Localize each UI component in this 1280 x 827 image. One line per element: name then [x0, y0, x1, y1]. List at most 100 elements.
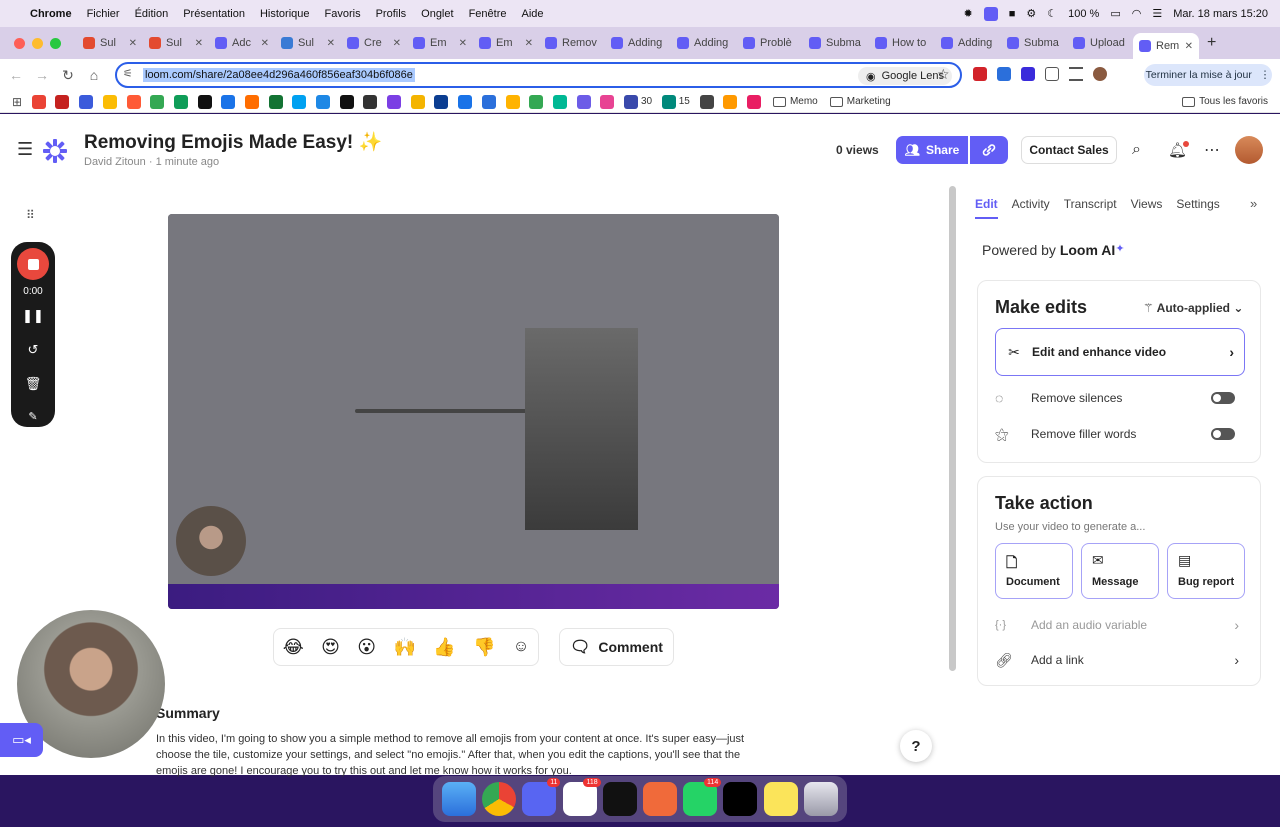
bookmark-favicon-icon[interactable]: [552, 94, 567, 109]
bookmark-favicon-icon[interactable]: [746, 94, 761, 109]
bookmark-favicon-icon[interactable]: [268, 94, 283, 109]
bookmark-favicon-icon[interactable]: [31, 94, 46, 109]
pause-icon[interactable]: ❚❚: [11, 308, 55, 324]
browser-tab[interactable]: Sul ✕: [275, 30, 341, 56]
bookmark-favicon-icon[interactable]: [576, 94, 591, 109]
close-tab-icon[interactable]: ✕: [1185, 41, 1193, 52]
bookmark-favicon-icon[interactable]: [197, 94, 212, 109]
reaction-thumbs-up[interactable]: 👍: [433, 637, 455, 658]
chrome-icon[interactable]: [482, 782, 517, 816]
bookmark-favicon-icon[interactable]: [434, 94, 449, 109]
all-bookmarks-folder[interactable]: Tous les favoris: [1182, 96, 1268, 107]
browser-tab[interactable]: Sul ✕: [143, 30, 209, 56]
browser-tab[interactable]: Subma: [803, 30, 869, 56]
media-control-icon[interactable]: [1069, 67, 1083, 81]
bookmark-favicon-icon[interactable]: [339, 94, 354, 109]
address-bar[interactable]: ⚟ loom.com/share/2a08ee4d296a460f856eaf3…: [115, 62, 962, 88]
clock[interactable]: Mar. 18 mars 15:20: [1173, 8, 1268, 20]
minimize-window-icon[interactable]: [32, 37, 43, 49]
menu-item-help[interactable]: Aide: [521, 8, 543, 20]
new-tab-button[interactable]: +: [1207, 34, 1216, 52]
bookmark-favicon-icon[interactable]: [723, 94, 738, 109]
video-player[interactable]: [168, 214, 779, 609]
views-count[interactable]: 0 views: [836, 143, 879, 157]
share-button[interactable]: 👥︎ Share: [896, 136, 968, 164]
bookmark-favicon-icon[interactable]: [505, 94, 520, 109]
extension-icon[interactable]: [1021, 67, 1035, 81]
menu-item-history[interactable]: Historique: [260, 8, 310, 20]
scrollbar[interactable]: [949, 186, 956, 671]
browser-tab[interactable]: Sul ✕: [77, 30, 143, 56]
bookmark-favicon-icon[interactable]: [623, 94, 638, 109]
close-tab-icon[interactable]: ✕: [261, 38, 269, 49]
bookmark-favicon-icon[interactable]: [600, 94, 615, 109]
url-text[interactable]: loom.com/share/2a08ee4d296a460f856eaf304…: [143, 68, 415, 82]
menu-item-profiles[interactable]: Profils: [376, 8, 407, 20]
collapse-sidebar-icon[interactable]: »: [1250, 196, 1257, 211]
stop-recording-button[interactable]: [17, 248, 49, 280]
capcut-icon[interactable]: [723, 782, 758, 816]
wifi-icon[interactable]: ◠: [1132, 7, 1142, 20]
apps-grid-icon[interactable]: ⊞: [12, 95, 22, 109]
browser-tab[interactable]: Em ✕: [407, 30, 473, 56]
draw-pen-icon[interactable]: ✎: [11, 410, 55, 423]
extension-icon[interactable]: [997, 67, 1011, 81]
comment-button[interactable]: 🗨︎ Comment: [559, 628, 674, 666]
chat-icon[interactable]: ■: [1009, 8, 1016, 20]
browser-tab[interactable]: Cre ✕: [341, 30, 407, 56]
zoom-window-icon[interactable]: [50, 37, 61, 49]
video-frame[interactable]: [168, 214, 779, 584]
menu-item-bookmarks[interactable]: Favoris: [325, 8, 361, 20]
bookmark-favicon-icon[interactable]: [244, 94, 259, 109]
whatsapp-icon[interactable]: 114: [683, 778, 722, 816]
reaction-thumbs-down[interactable]: 👎: [473, 637, 495, 658]
close-tab-icon[interactable]: ✕: [459, 38, 467, 49]
profile-avatar[interactable]: [1093, 67, 1107, 81]
menu-item-file[interactable]: Fichier: [87, 8, 120, 20]
tab-views[interactable]: Views: [1131, 197, 1163, 219]
restart-icon[interactable]: ↺: [11, 342, 55, 358]
forward-button[interactable]: →: [29, 67, 55, 83]
browser-tab[interactable]: Subma: [1001, 30, 1067, 56]
bookmark-favicon-icon[interactable]: [410, 94, 425, 109]
bookmark-favicon-icon[interactable]: [292, 94, 307, 109]
video-title[interactable]: Removing Emojis Made Easy! ✨: [84, 130, 382, 154]
notion-icon[interactable]: 118: [562, 778, 601, 816]
user-avatar[interactable]: [1235, 136, 1263, 164]
bookmark-favicon-icon[interactable]: [79, 94, 94, 109]
bookmark-favicon-icon[interactable]: [150, 94, 165, 109]
remove-silences-toggle[interactable]: [1211, 392, 1235, 404]
menu-item-window[interactable]: Fenêtre: [469, 8, 507, 20]
bookmark-favicon-icon[interactable]: [126, 94, 141, 109]
browser-tab[interactable]: Upload: [1067, 30, 1133, 56]
close-tab-icon[interactable]: ✕: [393, 38, 401, 49]
bookmark-favicon-icon[interactable]: [661, 94, 676, 109]
more-options-icon[interactable]: ⋯: [1204, 140, 1220, 160]
menu-item-tab[interactable]: Onglet: [421, 8, 453, 20]
bookmark-favicon-icon[interactable]: [102, 94, 117, 109]
extensions-puzzle-icon[interactable]: [1045, 67, 1059, 81]
document-button[interactable]: 🗋 Document: [995, 543, 1073, 599]
moon-icon[interactable]: ☾: [1047, 7, 1057, 20]
finish-update-button[interactable]: Terminer la mise à jour ⋮: [1144, 64, 1272, 86]
menu-item-edit[interactable]: Édition: [135, 8, 169, 20]
tab-transcript[interactable]: Transcript: [1064, 197, 1117, 219]
settings-icon[interactable]: ⚙: [1026, 7, 1036, 20]
help-button[interactable]: ?: [900, 730, 932, 762]
browser-tab[interactable]: Rem ✕: [1133, 33, 1199, 59]
chatgpt-icon[interactable]: [602, 782, 637, 816]
author-name[interactable]: David Zitoun: [84, 156, 146, 168]
loom-logo-icon[interactable]: [42, 138, 68, 164]
close-tab-icon[interactable]: ✕: [525, 38, 533, 49]
add-reaction-icon[interactable]: ☺︎: [513, 638, 529, 656]
reload-button[interactable]: ↻: [55, 67, 81, 84]
browser-tab[interactable]: Em ✕: [473, 30, 539, 56]
trash-icon[interactable]: [803, 782, 838, 816]
add-link-row[interactable]: 🔗︎ Add a link ›: [995, 649, 1247, 671]
close-tab-icon[interactable]: ✕: [129, 38, 137, 49]
browser-tab[interactable]: Adding: [605, 30, 671, 56]
message-button[interactable]: ✉ Message: [1081, 543, 1159, 599]
reaction-raised-hands[interactable]: 🙌: [393, 637, 415, 658]
screen-record-icon[interactable]: [983, 6, 998, 21]
close-tab-icon[interactable]: ✕: [327, 38, 335, 49]
